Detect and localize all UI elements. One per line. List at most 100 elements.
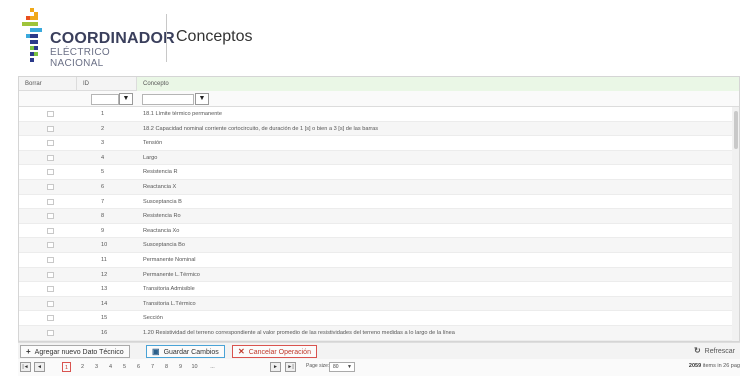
save-icon: ▣: [152, 347, 160, 356]
table-row[interactable]: 7 Susceptancia B: [19, 195, 733, 210]
page-number[interactable]: 5: [120, 362, 129, 372]
refresh-button[interactable]: ↻ Refrescar: [689, 345, 740, 358]
table-row[interactable]: 9 Reactancia Xo: [19, 224, 733, 239]
page-number[interactable]: 3: [92, 362, 101, 372]
prev-page-button[interactable]: ◄: [34, 362, 45, 372]
table-row[interactable]: 5 Resistencia R: [19, 165, 733, 180]
row-id: 1: [101, 111, 105, 117]
delete-checkbox[interactable]: [47, 315, 54, 322]
row-id: 15: [101, 315, 108, 322]
delete-checkbox[interactable]: [47, 213, 54, 220]
delete-checkbox[interactable]: [47, 111, 54, 117]
row-id: 16: [101, 329, 108, 336]
delete-checkbox[interactable]: [47, 242, 54, 249]
save-button-label: Guardar Cambios: [163, 349, 219, 356]
id-filter-input[interactable]: [91, 94, 119, 105]
last-page-button[interactable]: ►|: [285, 362, 296, 372]
page-more[interactable]: ...: [208, 362, 217, 372]
table-row[interactable]: 13 Transitoria Admisible: [19, 282, 733, 297]
table-row[interactable]: 11 Permanente Nominal: [19, 253, 733, 268]
delete-checkbox[interactable]: [47, 300, 54, 307]
row-concepto[interactable]: Tensión: [143, 136, 162, 150]
delete-checkbox[interactable]: [47, 329, 54, 336]
row-id: 3: [101, 140, 105, 147]
conceptos-grid: Borrar ID Concepto ▼ ▼ 1 18.1 Límite térm…: [18, 76, 740, 342]
row-id: 9: [101, 227, 105, 234]
vertical-scrollbar[interactable]: [732, 107, 739, 341]
row-concepto[interactable]: 1.20 Resistividad del terreno correspond…: [143, 326, 455, 340]
table-row[interactable]: 8 Resistencia Ro: [19, 209, 733, 224]
concepto-filter-input[interactable]: [142, 94, 194, 105]
column-header-id[interactable]: ID: [77, 77, 137, 91]
row-id: 10: [101, 242, 108, 249]
delete-checkbox[interactable]: [47, 271, 54, 278]
page-number[interactable]: 9: [176, 362, 185, 372]
row-concepto[interactable]: Sección: [143, 311, 163, 325]
table-row[interactable]: 6 Reactancia X: [19, 179, 733, 195]
table-row[interactable]: 10 Susceptancia Bo: [19, 238, 733, 253]
page-number[interactable]: 4: [106, 362, 115, 372]
refresh-icon: ↻: [693, 346, 701, 355]
row-concepto[interactable]: Transitoria Admisible: [143, 282, 195, 296]
cancel-operation-button[interactable]: ✕ Cancelar Operación: [232, 345, 317, 358]
delete-checkbox[interactable]: [47, 286, 54, 293]
concepto-filter-button[interactable]: ▼: [195, 93, 209, 105]
row-id: 13: [101, 286, 108, 293]
delete-checkbox[interactable]: [47, 169, 54, 176]
page-size-select[interactable]: 80 ▼: [329, 362, 355, 372]
header-divider: [166, 14, 167, 62]
delete-checkbox[interactable]: [47, 183, 54, 190]
page-number[interactable]: 6: [134, 362, 143, 372]
scrollbar-thumb[interactable]: [734, 111, 738, 149]
page-number[interactable]: 10: [190, 362, 199, 372]
row-concepto[interactable]: Resistencia R: [143, 165, 178, 179]
row-concepto[interactable]: 18.2 Capacidad nominal corriente cortoci…: [143, 122, 378, 136]
next-page-button[interactable]: ►: [270, 362, 281, 372]
id-filter-button[interactable]: ▼: [119, 93, 133, 105]
row-concepto[interactable]: Reactancia X: [143, 180, 176, 194]
first-page-button[interactable]: |◄: [20, 362, 31, 372]
row-concepto[interactable]: Permanente Nominal: [143, 253, 196, 267]
coordinador-logo[interactable]: COORDINADOR ELÉCTRICO NACIONAL: [22, 8, 175, 69]
delete-checkbox[interactable]: [47, 140, 54, 147]
delete-checkbox[interactable]: [47, 125, 54, 132]
delete-checkbox[interactable]: [47, 198, 54, 205]
table-row[interactable]: 3 Tensión: [19, 136, 733, 151]
add-technical-data-button[interactable]: + Agregar nuevo Dato Técnico: [20, 345, 130, 358]
row-id: 14: [101, 300, 108, 307]
delete-checkbox[interactable]: [47, 154, 54, 161]
row-concepto[interactable]: Permanente L.Térmico: [143, 268, 200, 282]
row-concepto[interactable]: Susceptancia Bo: [143, 238, 185, 252]
delete-checkbox[interactable]: [47, 256, 54, 263]
row-concepto[interactable]: 18.1 Límite térmico permanente: [143, 107, 222, 121]
row-concepto[interactable]: Largo: [143, 151, 157, 165]
row-concepto[interactable]: Transitoria L.Térmico: [143, 297, 196, 311]
table-row[interactable]: 4 Largo: [19, 150, 733, 166]
logo-square: [30, 58, 34, 62]
row-concepto[interactable]: Susceptancia B: [143, 195, 182, 209]
table-row[interactable]: 2 18.2 Capacidad nominal corriente cortoc…: [19, 121, 733, 137]
page-number[interactable]: 8: [162, 362, 171, 372]
row-concepto[interactable]: Resistencia Ro: [143, 209, 181, 223]
logo-square: [34, 34, 38, 38]
table-row[interactable]: 15 Sección: [19, 311, 733, 326]
row-id: 6: [101, 183, 105, 190]
row-id: 7: [101, 198, 105, 205]
items-count: 2059: [688, 363, 702, 369]
save-changes-button[interactable]: ▣ Guardar Cambios: [146, 345, 225, 358]
column-header-concepto[interactable]: Concepto: [137, 77, 739, 91]
row-concepto[interactable]: Reactancia Xo: [143, 224, 179, 238]
pager: |◄ ◄ 1 2 3 4 5 6 7 8 9 10... ► ►| Page size: 80 ▼…: [18, 359, 740, 376]
page-number[interactable]: 2: [78, 362, 87, 372]
table-row[interactable]: 12 Permanente L.Térmico: [19, 267, 733, 283]
table-row[interactable]: 14 Transitoria L.Térmico: [19, 296, 733, 312]
column-header-borrar[interactable]: Borrar: [19, 77, 77, 91]
table-row[interactable]: 16 1.20 Resistividad del terreno correspo…: [19, 325, 733, 341]
page-number[interactable]: 7: [148, 362, 157, 372]
delete-checkbox[interactable]: [47, 227, 54, 234]
plus-icon: +: [26, 347, 31, 356]
logo-square: [34, 16, 38, 20]
page-size-value: 80: [333, 364, 339, 370]
page-number[interactable]: 1: [62, 362, 71, 372]
table-row[interactable]: 1 18.1 Límite térmico permanente: [19, 107, 733, 122]
